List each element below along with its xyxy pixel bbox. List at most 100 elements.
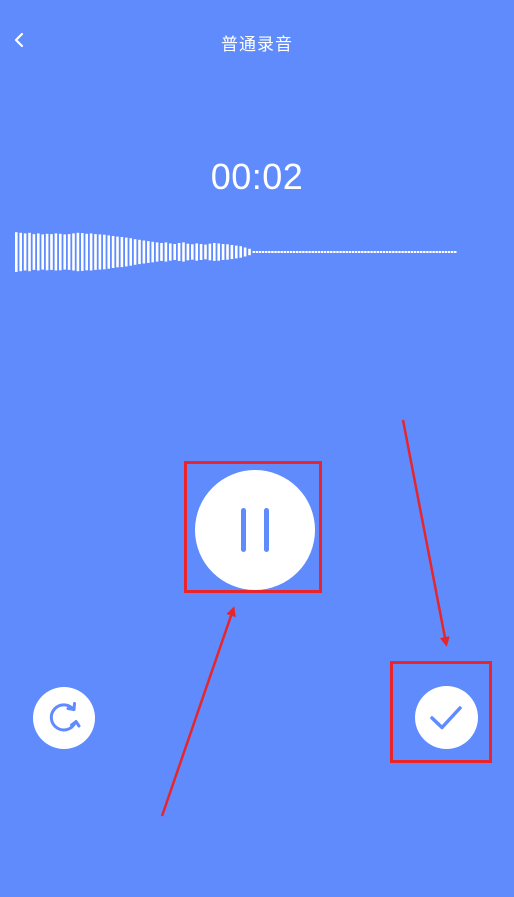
waveform-bar — [120, 237, 124, 268]
waveform-bar — [142, 240, 146, 264]
waveform-silence-dash — [277, 251, 280, 253]
waveform-bar — [195, 243, 198, 261]
waveform-bar — [41, 234, 44, 270]
waveform-silence-dash — [274, 251, 277, 253]
waveform-silence-dash — [342, 251, 345, 253]
waveform-silence-dash — [320, 251, 324, 253]
waveform-bar — [164, 242, 168, 262]
waveform-bar — [151, 241, 154, 263]
waveform-silence-dash — [311, 251, 314, 253]
waveform-bar — [173, 244, 176, 260]
waveform-bar — [103, 234, 106, 270]
waveform-bar — [107, 235, 110, 269]
waveform-silence-dash — [286, 251, 290, 253]
waveform-bar — [217, 243, 220, 261]
waveform-silence-dash — [354, 251, 358, 253]
waveform-bar — [169, 243, 172, 261]
waveform-bar — [50, 234, 53, 270]
waveform-silence-dash — [444, 251, 448, 253]
waveform-bar — [230, 245, 234, 260]
waveform-silence-dash — [280, 251, 283, 253]
waveform-silence-dash — [255, 251, 259, 253]
waveform-bar — [28, 232, 31, 272]
waveform-silence-dash — [252, 251, 255, 253]
waveform-bar — [138, 239, 141, 265]
waveform-silence-dash — [389, 251, 392, 253]
waveform-silence-dash — [265, 251, 268, 253]
waveform-bar — [116, 236, 119, 268]
waveform-bar — [199, 244, 203, 260]
waveform-bar — [213, 243, 216, 261]
waveform-silence-dash — [271, 251, 274, 253]
waveform-silence-dash — [361, 251, 364, 253]
waveform-bar — [32, 234, 36, 270]
waveform-bar — [15, 232, 18, 272]
waveform-bar — [19, 232, 22, 272]
waveform-silence-dash — [410, 251, 414, 253]
waveform-silence-dash — [441, 251, 445, 253]
waveform-bar — [63, 234, 66, 270]
waveform-silence-dash — [379, 251, 383, 253]
waveform-silence-dash — [296, 251, 299, 253]
waveform-silence-dash — [454, 251, 457, 253]
waveform-silence-dash — [435, 251, 438, 253]
waveform-silence-dash — [398, 251, 401, 253]
waveform-silence-dash — [333, 251, 336, 253]
pause-button-highlight-box — [184, 461, 322, 593]
re-record-button[interactable] — [33, 687, 95, 749]
waveform-silence-dash — [407, 251, 410, 253]
waveform-bar — [182, 242, 185, 262]
waveform-bar — [37, 233, 40, 271]
waveform-silence-dash — [367, 251, 370, 253]
waveform-silence-dash — [423, 251, 426, 253]
waveform-silence-dash — [339, 251, 342, 253]
waveform-silence-dash — [392, 251, 395, 253]
finish-button-highlight-box — [390, 661, 492, 763]
waveform-silence-dash — [317, 251, 321, 253]
waveform-bar — [160, 243, 163, 261]
waveform-bar — [72, 233, 75, 271]
waveform-silence-dash — [283, 251, 286, 253]
page-title: 普通录音 — [221, 35, 293, 55]
waveform-silence-dash — [327, 251, 330, 253]
waveform-bar — [45, 233, 49, 271]
waveform-silence-dash — [299, 251, 302, 253]
annotation-arrow-to-finish — [401, 419, 450, 647]
waveform-silence-dash — [432, 251, 435, 253]
waveform-bar — [248, 248, 251, 256]
waveform-bar — [125, 237, 128, 267]
waveform-bar — [54, 233, 58, 271]
header-bar: 普通录音 — [0, 0, 514, 82]
waveform-bar — [98, 234, 102, 270]
audio-waveform — [15, 232, 457, 272]
waveform-bar — [177, 243, 181, 261]
waveform-silence-dash — [382, 251, 386, 253]
waveform-bar — [133, 239, 137, 265]
waveform-bar — [239, 246, 242, 258]
waveform-bar — [129, 238, 132, 266]
waveform-silence-dash — [268, 251, 271, 253]
waveform-bar — [111, 236, 115, 268]
waveform-bar — [85, 233, 88, 271]
waveform-silence-dash — [302, 251, 305, 253]
refresh-icon — [49, 702, 81, 732]
waveform-silence-dash — [426, 251, 429, 253]
waveform-bar — [186, 243, 190, 261]
waveform-silence-dash — [373, 251, 376, 253]
waveform-silence-dash — [330, 251, 333, 253]
waveform-silence-dash — [395, 251, 398, 253]
waveform-bar — [191, 244, 194, 260]
waveform-silence-dash — [376, 251, 379, 253]
waveform-silence-dash — [289, 251, 293, 253]
waveform-silence-dash — [308, 251, 311, 253]
waveform-silence-dash — [336, 251, 339, 253]
waveform-silence-dash — [451, 251, 454, 253]
waveform-bar — [155, 242, 159, 262]
waveform-silence-dash — [429, 251, 432, 253]
waveform-silence-dash — [348, 251, 352, 253]
waveform-bar — [89, 233, 93, 271]
waveform-silence-dash — [420, 251, 423, 253]
waveform-silence-dash — [351, 251, 355, 253]
waveform-bar — [235, 245, 238, 259]
waveform-silence-dash — [258, 251, 262, 253]
